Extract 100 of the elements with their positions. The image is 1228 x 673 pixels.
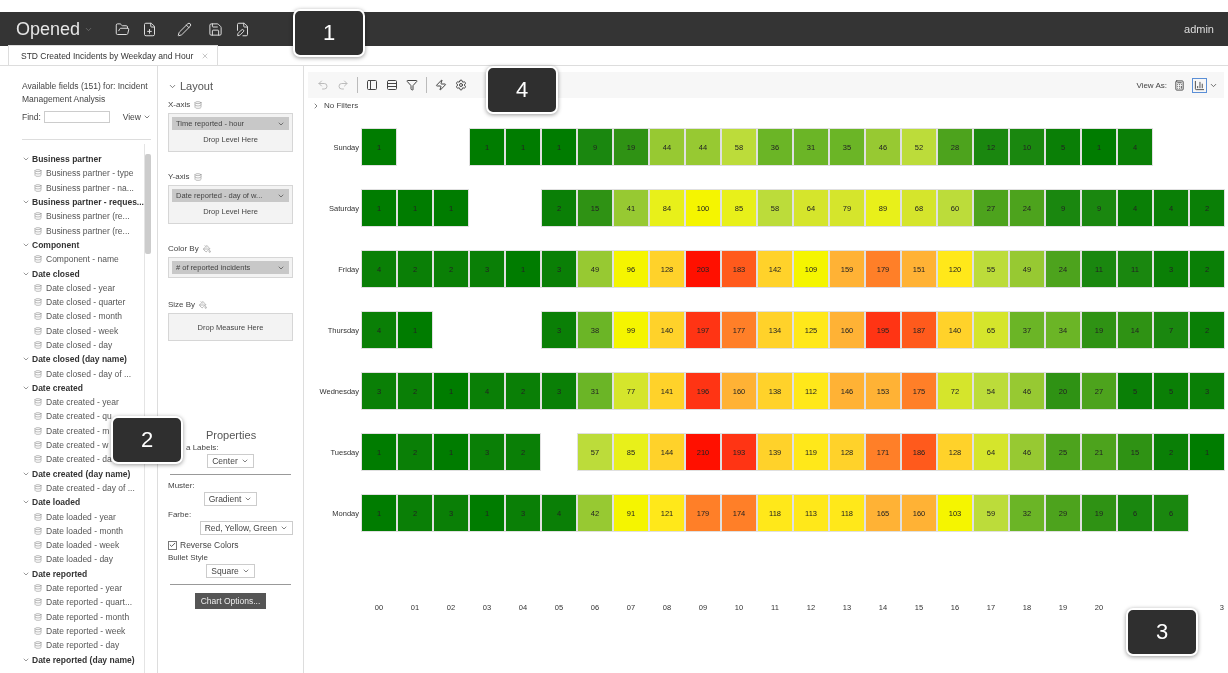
app-title: Opened — [16, 18, 81, 40]
paint-bucket-icon — [202, 244, 211, 253]
field-item[interactable]: Date created - da — [22, 452, 112, 467]
field-item[interactable]: Date closed - day — [22, 337, 113, 353]
bullet-style-select[interactable]: Square — [206, 564, 255, 578]
database-icon — [34, 283, 42, 292]
database-icon — [34, 312, 42, 321]
panel-icon[interactable] — [366, 79, 378, 91]
caret-icon — [241, 567, 250, 575]
database-icon — [34, 326, 42, 335]
field-item[interactable]: Date reported - month — [22, 609, 130, 624]
view-as-label: View As: — [1136, 80, 1167, 90]
report-tab[interactable]: STD Created Incidents by Weekday and Hour — [8, 45, 219, 65]
database-icon — [34, 626, 42, 635]
field-item[interactable]: Business partner (re... — [22, 209, 130, 224]
field-group[interactable]: Component — [22, 237, 80, 253]
field-item[interactable]: Date created - w — [22, 437, 109, 453]
caret-icon — [143, 113, 151, 121]
field-item[interactable]: Business partner - na... — [22, 180, 134, 195]
database-icon — [34, 483, 42, 492]
field-item[interactable]: Date loaded - day — [22, 552, 114, 567]
field-item[interactable]: Date reported - week — [22, 623, 126, 639]
database-icon — [34, 226, 42, 235]
database-icon — [34, 441, 42, 450]
field-item[interactable]: Date closed - quarter — [22, 294, 126, 310]
database-icon — [194, 100, 203, 109]
field-item[interactable]: Component - name — [22, 252, 119, 267]
database-icon — [34, 598, 42, 607]
database-icon — [34, 526, 42, 535]
field-item[interactable]: Date closed - day of ... — [22, 366, 132, 381]
database-icon — [34, 369, 42, 378]
farbe-label: Farbe: — [168, 510, 192, 519]
field-group[interactable]: Date reported — [22, 566, 88, 581]
find-field[interactable] — [43, 111, 110, 123]
new-file-icon[interactable] — [142, 21, 158, 37]
caret-icon — [240, 457, 249, 465]
settings-icon[interactable] — [455, 79, 467, 91]
database-icon — [34, 255, 42, 264]
field-group[interactable]: Date loaded — [22, 495, 81, 510]
field-group[interactable]: Business partner - reques... — [22, 194, 144, 210]
field-item[interactable]: Business partner - type — [22, 166, 134, 181]
farbe-select[interactable]: Red, Yellow, Green — [199, 521, 293, 535]
field-item[interactable]: Date loaded - week — [22, 538, 120, 553]
bar-chart-icon[interactable] — [1192, 77, 1207, 93]
database-icon — [34, 584, 42, 593]
callout-tooltip: 4 — [486, 66, 558, 114]
field-item[interactable]: Date reported - quart... — [22, 595, 132, 610]
calculator-icon[interactable] — [1172, 77, 1187, 93]
field-item[interactable]: Date reported - day — [22, 638, 120, 653]
size-by-label: Size By — [168, 300, 196, 309]
caret-icon — [244, 495, 253, 503]
user-name[interactable]: admin — [1184, 23, 1214, 35]
table-rows-icon[interactable] — [386, 79, 398, 91]
database-icon — [34, 541, 42, 550]
field-group[interactable]: Business partner — [22, 152, 102, 167]
field-item[interactable]: Business partner (re... — [22, 223, 130, 238]
filters-toggle[interactable]: No Filters — [308, 98, 363, 113]
field-group[interactable]: Date reported (day name) — [22, 652, 135, 667]
field-item[interactable]: Date created - m — [22, 423, 110, 438]
database-icon — [34, 212, 42, 221]
database-icon — [34, 398, 42, 407]
field-group[interactable]: Date closed (day name) — [22, 352, 127, 367]
data-labels-select[interactable]: Center — [207, 454, 254, 468]
field-item[interactable]: Date loaded - year — [22, 509, 116, 524]
properties-header: Properties — [205, 429, 257, 441]
callout-tooltip: 3 — [1126, 608, 1198, 656]
database-icon — [34, 426, 42, 435]
field-item[interactable]: Date loaded - month — [22, 523, 124, 538]
field-group[interactable]: Date created (day name) — [22, 466, 131, 481]
database-icon — [193, 172, 202, 181]
callout-tooltip: 1 — [293, 9, 365, 57]
open-folder-icon[interactable] — [115, 21, 131, 37]
database-icon — [34, 455, 42, 464]
muster-select[interactable]: Gradient — [203, 492, 258, 506]
field-item[interactable]: Date reported - year — [22, 580, 123, 596]
chart-options-button[interactable]: Chart Options... — [194, 593, 267, 609]
caret-icon — [280, 524, 288, 532]
field-item[interactable]: Date created - year — [22, 395, 119, 410]
field-item[interactable]: Date closed - week — [22, 323, 119, 338]
muster-label: Muster: — [168, 481, 195, 490]
layout-section-header[interactable]: Layout — [168, 80, 293, 92]
x-axis-label: X-axis — [168, 100, 191, 109]
reverse-colors-checkbox[interactable] — [168, 540, 177, 550]
filter-icon[interactable] — [406, 79, 418, 91]
lightning-icon[interactable] — [435, 79, 447, 91]
save-icon[interactable] — [208, 21, 224, 37]
field-item[interactable]: Date created - qu — [22, 409, 112, 424]
field-item[interactable]: Date closed - month — [22, 309, 123, 324]
database-icon — [34, 512, 42, 521]
field-group[interactable]: Date closed — [22, 266, 80, 281]
callout-tooltip: 2 — [111, 416, 183, 464]
fields-heading: Available fields (151) for: Incident Management Analysis — [22, 80, 149, 105]
field-item[interactable]: Date created - day of ... — [22, 480, 135, 496]
bullet-style-label: Bullet Style — [168, 553, 209, 562]
save-as-icon[interactable] — [235, 21, 251, 37]
color-by-label: Color By — [168, 244, 199, 253]
field-group[interactable]: Date created — [22, 380, 84, 396]
field-item[interactable]: Date closed - year — [22, 280, 115, 295]
pencil-icon[interactable] — [177, 21, 193, 37]
view-dropdown[interactable]: View — [122, 112, 151, 122]
